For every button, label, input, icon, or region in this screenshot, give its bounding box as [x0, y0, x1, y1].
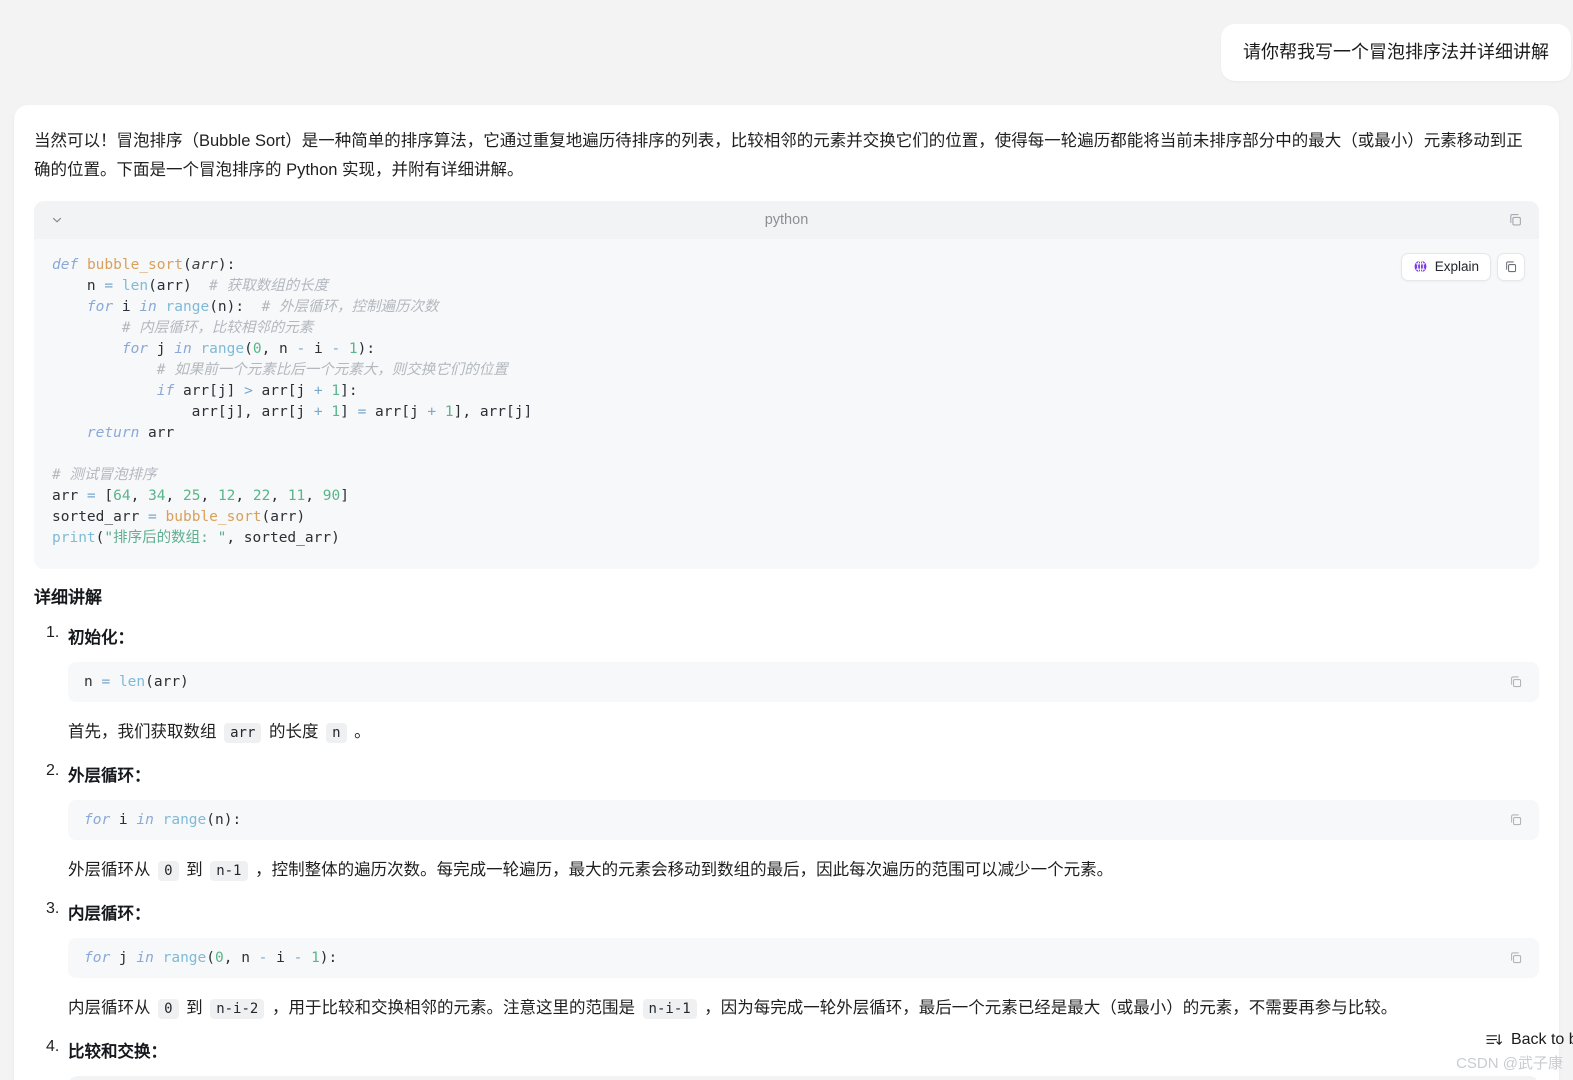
step-code-text[interactable]: for i in range(n):	[84, 812, 241, 828]
step-code-text[interactable]: for j in range(0, n - i - 1):	[84, 950, 337, 966]
step-heading: 初始化：	[68, 628, 134, 647]
explain-button[interactable]: Explain	[1400, 252, 1491, 281]
inline-code: 0	[158, 860, 179, 881]
inline-code: 0	[158, 998, 179, 1019]
intro-paragraph: 当然可以！冒泡排序（Bubble Sort）是一种简单的排序算法，它通过重复地遍…	[34, 132, 1523, 179]
step-code-text[interactable]: n = len(arr)	[84, 674, 189, 690]
scroll-to-bottom-icon	[1486, 1033, 1503, 1048]
copy-icon	[1506, 261, 1517, 272]
code-block-header: python	[68, 1075, 1539, 1080]
step-item-3: 内层循环： for j in range(0, n - i - 1): 内层循环…	[46, 900, 1539, 1022]
step-code-block: for i in range(n):	[68, 799, 1539, 840]
code-language-label: python	[764, 211, 809, 228]
watermark: CSDN @武子康	[1456, 1055, 1563, 1072]
chevron-down-icon[interactable]	[50, 213, 68, 227]
step-description: 首先，我们获取数组 arr 的长度 n 。	[68, 722, 371, 743]
step-description: 内层循环从 0 到 n-i-2 ，用于比较和交换相邻的元素。注意这里的范围是 n…	[68, 998, 1398, 1019]
step-heading: 外层循环：	[68, 766, 151, 785]
user-message-row: 请你帮我写一个冒泡排序法并详细讲解	[0, 0, 1573, 81]
step-code-block: n = len(arr)	[68, 661, 1539, 702]
copy-code-button[interactable]	[1497, 252, 1525, 281]
detail-section-title: 详细讲解	[34, 587, 102, 607]
inline-code: n-i-1	[642, 998, 697, 1019]
inline-code: n	[326, 722, 347, 743]
user-message-bubble: 请你帮我写一个冒泡排序法并详细讲解	[1221, 24, 1571, 81]
step-description: 外层循环从 0 到 n-1 ，控制整体的遍历次数。每完成一轮遍历，最大的元素会移…	[68, 860, 1114, 881]
code-block-partial: python	[68, 1075, 1539, 1080]
code-content[interactable]: def bubble_sort(arr): n = len(arr) # 获取数…	[34, 239, 1539, 569]
steps-list: 初始化： n = len(arr) 首先，我们获取数组 arr 的长度 n 。 …	[34, 624, 1539, 1080]
explain-button-label: Explain	[1434, 259, 1479, 275]
copy-icon[interactable]	[1509, 675, 1523, 689]
step-item-1: 初始化： n = len(arr) 首先，我们获取数组 arr 的长度 n 。	[46, 624, 1539, 746]
code-actions: Explain	[1400, 252, 1525, 281]
step-item-4: 比较和交换： python	[46, 1038, 1539, 1080]
copy-icon[interactable]	[1509, 813, 1523, 827]
code-block-bubble-sort: python Explain def bubble_sort(arr): n =…	[34, 200, 1539, 569]
step-code-block: for j in range(0, n - i - 1):	[68, 937, 1539, 978]
step-heading: 内层循环：	[68, 904, 151, 923]
back-to-bottom-button[interactable]: Back to bot	[1486, 1031, 1573, 1049]
app-root: 请你帮我写一个冒泡排序法并详细讲解 当然可以！冒泡排序（Bubble Sort）…	[0, 0, 1573, 1080]
code-block-header: python	[34, 200, 1539, 239]
copy-icon[interactable]	[1509, 951, 1523, 965]
inline-code: arr	[224, 722, 262, 743]
brain-icon	[1414, 260, 1427, 274]
inline-code: n-1	[210, 860, 248, 881]
step-item-2: 外层循环： for i in range(n): 外层循环从 0 到 n-1 ，…	[46, 762, 1539, 884]
back-to-bottom-label: Back to bot	[1510, 1031, 1573, 1048]
assistant-answer-card: 当然可以！冒泡排序（Bubble Sort）是一种简单的排序算法，它通过重复地遍…	[14, 105, 1559, 1080]
inline-code: n-i-2	[210, 998, 265, 1019]
step-heading: 比较和交换：	[68, 1042, 167, 1061]
copy-icon[interactable]	[1508, 212, 1523, 227]
